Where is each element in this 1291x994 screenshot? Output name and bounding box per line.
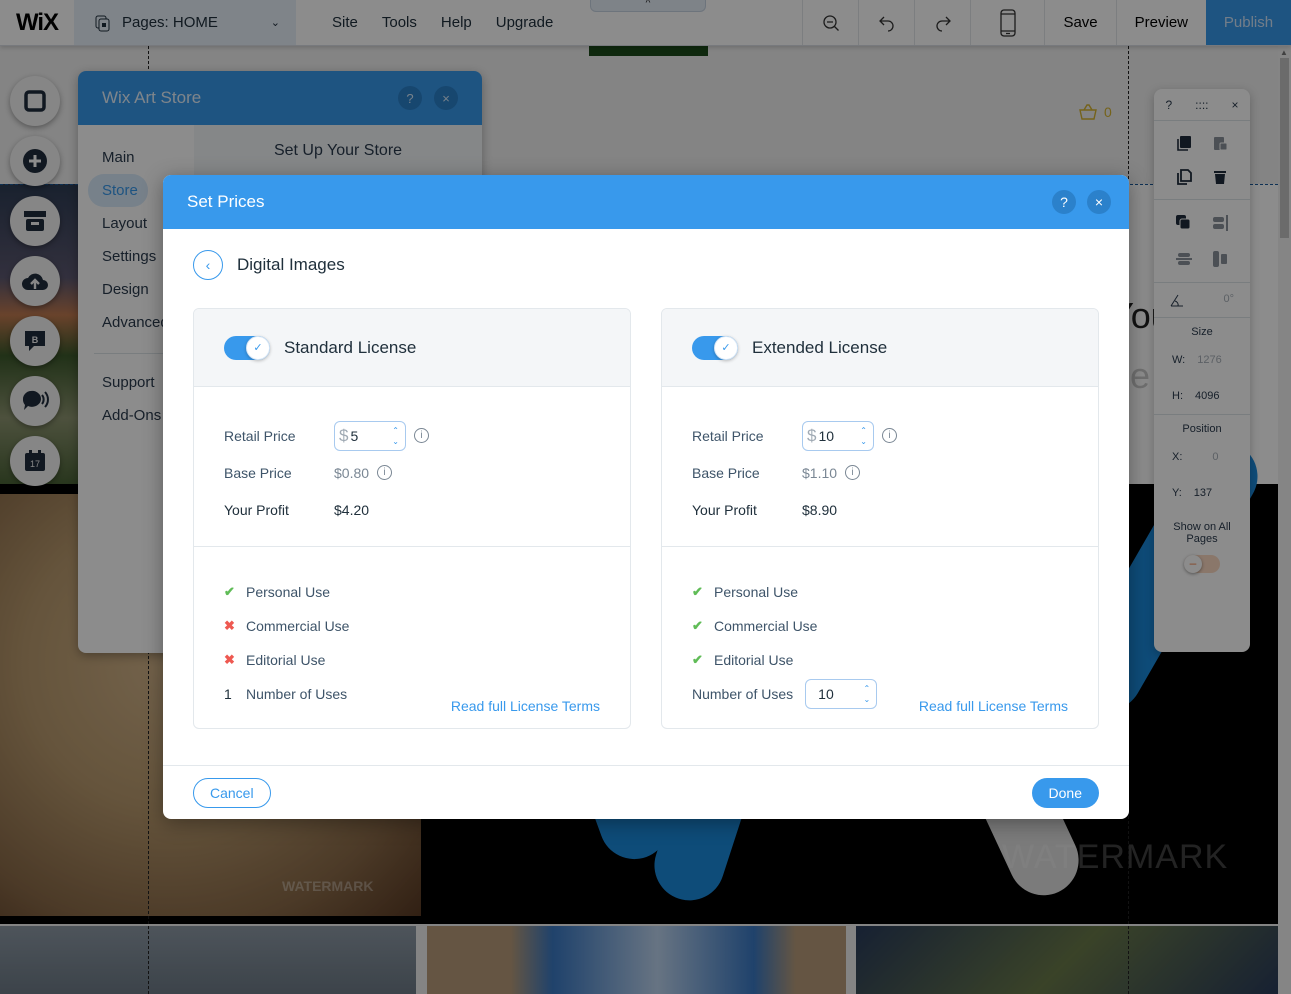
dialog-footer: Cancel Done bbox=[163, 765, 1129, 819]
info-icon[interactable]: i bbox=[882, 428, 897, 443]
decrement-icon[interactable]: ⌄ bbox=[863, 694, 870, 705]
base-price-value: $1.10 bbox=[802, 464, 838, 481]
use-label: Personal Use bbox=[246, 584, 331, 600]
retail-price-input[interactable]: $ 5 ⌃ ⌄ bbox=[334, 420, 406, 451]
number-of-uses-value: 1 bbox=[224, 686, 232, 702]
license-name: Extended License bbox=[752, 337, 888, 357]
retail-price-label: Retail Price bbox=[692, 427, 764, 444]
license-terms-link[interactable]: Read full License Terms bbox=[919, 698, 1068, 714]
profit-label: Your Profit bbox=[692, 501, 757, 518]
info-icon[interactable]: i bbox=[377, 465, 393, 480]
breadcrumb: ‹ Digital Images bbox=[193, 250, 345, 280]
done-button[interactable]: Done bbox=[1031, 777, 1099, 808]
decrement-icon[interactable]: ⌄ bbox=[392, 436, 399, 447]
extended-license-toggle[interactable]: ✓ bbox=[692, 335, 738, 360]
use-label: Editorial Use bbox=[714, 652, 794, 668]
number-of-uses-label: Number of Uses bbox=[692, 686, 794, 702]
check-icon: ✔ bbox=[224, 584, 235, 599]
close-icon[interactable]: × bbox=[1087, 190, 1111, 214]
currency-symbol: $ bbox=[807, 425, 817, 445]
info-icon[interactable]: i bbox=[414, 428, 429, 443]
cross-icon: ✖ bbox=[224, 618, 235, 633]
check-icon: ✓ bbox=[714, 335, 738, 360]
dialog-title: Set Prices bbox=[187, 192, 265, 211]
extended-license-card: ✓ Extended License Retail Price $ 10 ⌃ ⌄ … bbox=[661, 308, 1099, 729]
use-label: Commercial Use bbox=[246, 618, 350, 634]
info-icon[interactable]: i bbox=[845, 465, 861, 480]
retail-price-input[interactable]: $ 10 ⌃ ⌄ bbox=[802, 420, 874, 451]
retail-price-label: Retail Price bbox=[224, 427, 296, 444]
base-price-label: Base Price bbox=[224, 464, 292, 481]
breadcrumb-title: Digital Images bbox=[237, 255, 345, 274]
decrement-icon[interactable]: ⌄ bbox=[860, 436, 867, 447]
set-prices-dialog: Set Prices ? × ‹ Digital Images ✓ Standa… bbox=[163, 175, 1129, 819]
retail-price-value: 10 bbox=[818, 427, 835, 444]
use-label: Personal Use bbox=[714, 584, 799, 600]
retail-price-value: 5 bbox=[350, 427, 359, 444]
profit-label: Your Profit bbox=[224, 501, 289, 518]
use-label: Commercial Use bbox=[714, 618, 818, 634]
license-name: Standard License bbox=[284, 337, 417, 357]
increment-icon[interactable]: ⌃ bbox=[860, 425, 867, 436]
number-of-uses-label: Number of Uses bbox=[246, 686, 348, 702]
license-terms-link[interactable]: Read full License Terms bbox=[451, 698, 600, 714]
dialog-header: Set Prices ? × bbox=[163, 175, 1129, 229]
profit-value: $8.90 bbox=[802, 501, 838, 518]
number-of-uses-input[interactable]: 10 ⌃ ⌄ bbox=[805, 679, 878, 709]
check-icon: ✔ bbox=[692, 584, 703, 599]
increment-icon[interactable]: ⌃ bbox=[392, 425, 399, 436]
standard-license-toggle[interactable]: ✓ bbox=[224, 335, 270, 360]
cancel-button[interactable]: Cancel bbox=[193, 777, 271, 808]
base-price-label: Base Price bbox=[692, 464, 760, 481]
check-icon: ✔ bbox=[692, 652, 703, 667]
number-of-uses-value: 10 bbox=[818, 686, 834, 702]
use-label: Editorial Use bbox=[246, 652, 326, 668]
base-price-value: $0.80 bbox=[334, 464, 370, 481]
help-icon[interactable]: ? bbox=[1052, 190, 1076, 214]
currency-symbol: $ bbox=[339, 425, 349, 445]
cross-icon: ✖ bbox=[224, 652, 235, 667]
increment-icon[interactable]: ⌃ bbox=[863, 683, 870, 694]
standard-license-card: ✓ Standard License Retail Price $ 5 ⌃ ⌄ i… bbox=[193, 308, 631, 729]
profit-value: $4.20 bbox=[334, 501, 370, 518]
check-icon: ✔ bbox=[692, 618, 703, 633]
check-icon: ✓ bbox=[246, 335, 270, 360]
back-button[interactable]: ‹ bbox=[193, 250, 223, 280]
